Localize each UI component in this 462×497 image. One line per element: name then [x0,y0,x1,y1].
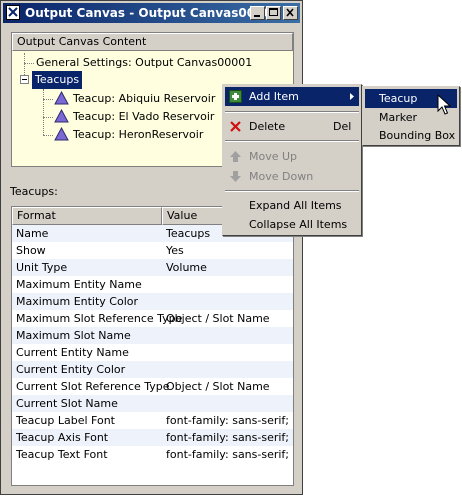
menu-item-add-item[interactable]: Add Item [225,87,359,106]
minimize-icon [254,15,260,17]
menu-item-label: Add Item [249,90,299,103]
tree-item-teacup[interactable]: Teacup: Abiquiu Reservoir [73,90,215,108]
context-menu: Add Item Delete Del Move Up Move Down Ex… [222,84,362,236]
menu-item-label: Move Down [249,170,314,183]
add-icon [229,90,242,103]
arrow-down-icon [229,167,242,192]
format-cell: Name [16,227,49,240]
menu-item-move-down[interactable]: Move Down [225,167,359,186]
table-row[interactable]: Maximum Slot Reference Type Object / Slot… [12,310,293,327]
table-row[interactable]: Current Entity Name [12,344,293,361]
collapse-teacups-icon[interactable] [20,75,29,84]
format-cell: Current Slot Name [16,397,118,410]
maximize-button[interactable] [266,6,281,20]
table-row[interactable]: Show Yes [12,242,293,259]
menu-item-label: Expand All Items [249,199,342,212]
close-icon [286,8,294,17]
teacup-icon [54,90,69,108]
format-cell: Maximum Entity Color [16,295,139,308]
menu-item-move-up[interactable]: Move Up [225,147,359,166]
teacup-icon [54,108,69,126]
tree-item-teacup[interactable]: Teacup: El Vado Reservoir [73,108,214,126]
format-cell: Teacup Text Font [16,448,108,461]
window-title: Output Canvas - Output Canvas00001 [25,6,281,20]
menu-item-expand-all[interactable]: Expand All Items [225,196,359,215]
format-cell: Teacup Label Font [16,414,115,427]
value-cell[interactable]: Volume [166,259,207,276]
value-cell[interactable]: font-family: sans-serif; [166,412,289,429]
tree-item-teacup[interactable]: Teacup: HeronReservoir [73,126,203,144]
close-button[interactable] [283,6,298,20]
format-cell: Show [16,244,46,257]
tree-header: Output Canvas Content [12,33,293,51]
format-cell: Maximum Slot Name [16,329,131,342]
teacup-icon [54,126,69,144]
submenu-item-label: Bounding Box [379,129,456,142]
tree-item-general-settings[interactable]: General Settings: Output Canvas00001 [36,54,252,72]
table-row[interactable]: Teacup Axis Font font-family: sans-serif; [12,429,293,446]
delete-icon [229,117,242,142]
value-cell[interactable]: Teacups [166,225,210,242]
value-cell[interactable]: Yes [166,242,184,259]
format-cell: Teacup Axis Font [16,431,109,444]
format-cell: Current Entity Name [16,346,129,359]
format-cell: Current Slot Reference Type [16,380,170,393]
output-canvas-window: Output Canvas - Output Canvas00001 Outpu… [0,0,303,495]
shortcut-label: Del [333,120,352,133]
app-icon [6,5,20,20]
properties-table[interactable]: Format Value Name Teacups Show Yes Unit Type… [11,206,294,486]
table-row[interactable]: Unit Type Volume [12,259,293,276]
format-cell: Maximum Slot Reference Type [16,312,183,325]
column-header-format[interactable]: Format [12,207,162,225]
minimize-button[interactable] [250,6,265,20]
value-cell[interactable]: font-family: sans-serif; [166,446,289,463]
value-cell[interactable]: Object / Slot Name [166,378,270,395]
menu-item-delete[interactable]: Delete Del [225,117,359,136]
table-row[interactable]: Current Entity Color [12,361,293,378]
maximize-icon [269,8,278,16]
menu-item-label: Move Up [249,150,298,163]
table-row[interactable]: Maximum Slot Name [12,327,293,344]
menu-item-label: Delete [249,120,286,133]
table-row[interactable]: Teacup Label Font font-family: sans-serif… [12,412,293,429]
value-cell[interactable]: font-family: sans-serif; [166,429,289,446]
submenu-item-label: Teacup [379,92,418,105]
format-cell: Maximum Entity Name [16,278,142,291]
menu-item-collapse-all[interactable]: Collapse All Items [225,215,359,234]
submenu-item-label: Marker [379,111,418,124]
table-row[interactable]: Teacup Text Font font-family: sans-serif; [12,446,293,463]
section-label: Teacups: [10,185,58,198]
value-cell[interactable]: Object / Slot Name [166,310,270,327]
format-cell: Unit Type [16,261,68,274]
table-row[interactable]: Maximum Entity Name [12,276,293,293]
format-cell: Current Entity Color [16,363,126,376]
mouse-cursor-icon [437,93,452,119]
submenu-item-bounding-box[interactable]: Bounding Box [365,126,457,145]
title-bar[interactable]: Output Canvas - Output Canvas00001 [3,3,300,23]
table-row[interactable]: Maximum Entity Color [12,293,293,310]
submenu-arrow-icon [349,87,355,112]
table-row[interactable]: Current Slot Name [12,395,293,412]
table-row[interactable]: Current Slot Reference Type Object / Slot… [12,378,293,395]
menu-item-label: Collapse All Items [249,218,348,231]
tree-item-teacups[interactable]: Teacups [32,71,83,89]
